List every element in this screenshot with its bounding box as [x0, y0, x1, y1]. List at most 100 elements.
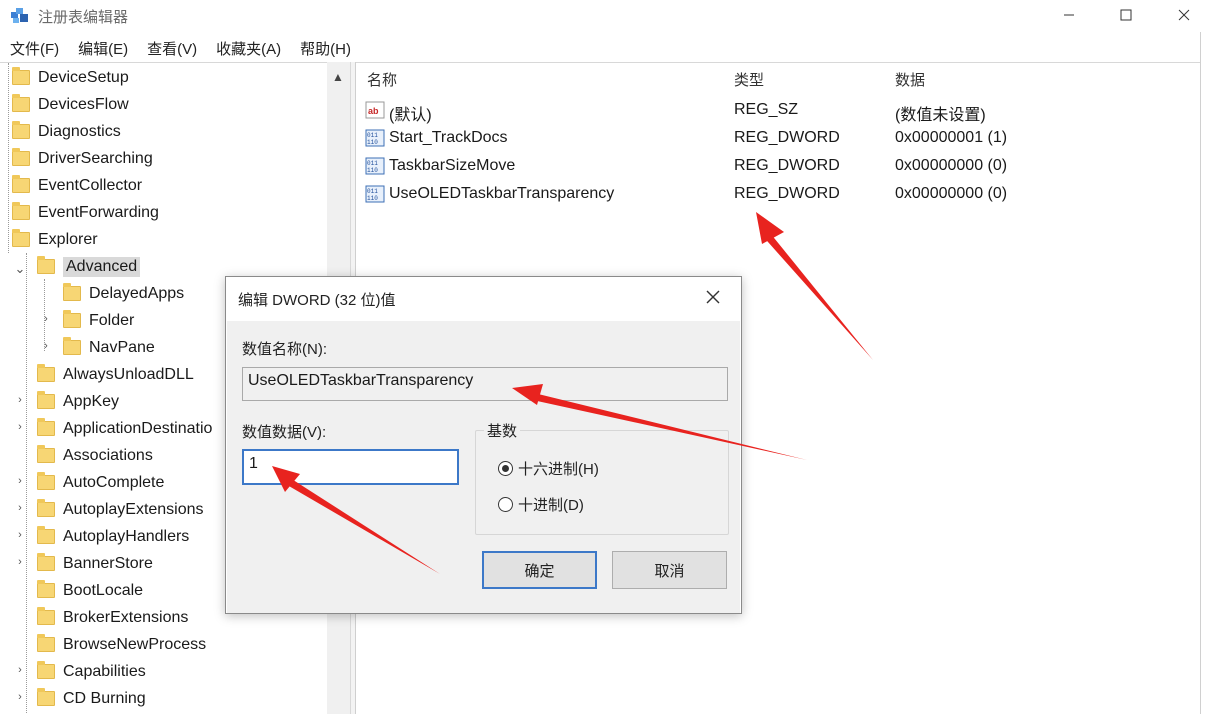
folder-icon — [37, 688, 55, 706]
chevron-right-icon[interactable]: › — [14, 556, 26, 568]
folder-icon — [37, 499, 55, 517]
value-data: (数值未设置) — [895, 107, 986, 124]
tree-item-bootlocale[interactable]: BootLocale — [37, 578, 143, 603]
value-name-text: UseOLEDTaskbarTransparency — [248, 372, 474, 389]
dialog-title: 编辑 DWORD (32 位)值 — [238, 292, 396, 309]
tree-item-label: AppKey — [63, 392, 120, 410]
tree-item-autoplayhandlers[interactable]: AutoplayHandlers — [37, 524, 189, 549]
value-data: 0x00000001 (1) — [895, 129, 1008, 146]
chevron-right-icon[interactable]: › — [14, 421, 26, 433]
tree-item-appkey[interactable]: AppKey — [37, 389, 119, 414]
folder-icon — [37, 553, 55, 571]
chevron-right-icon[interactable]: › — [14, 664, 26, 676]
menu-file[interactable]: 文件(F) — [0, 34, 68, 60]
tree-item-browsenewprocess[interactable]: BrowseNewProcess — [37, 632, 206, 657]
close-button[interactable] — [1161, 0, 1207, 30]
tree-item-label: AutoplayExtensions — [63, 500, 204, 518]
tree-item-label: BootLocale — [63, 581, 144, 599]
column-header-data[interactable]: 数据 — [895, 69, 925, 90]
column-header-type[interactable]: 类型 — [734, 69, 764, 90]
tree-item-devicesetup[interactable]: DeviceSetup — [12, 65, 129, 90]
chevron-right-icon[interactable]: › — [14, 691, 26, 703]
value-row[interactable]: 011 110 UseOLEDTaskbarTransparency REG_D… — [356, 182, 1201, 208]
tree-item-delayedapps[interactable]: DelayedApps — [63, 281, 184, 306]
ok-button[interactable]: 确定 — [482, 551, 597, 589]
folder-icon — [12, 121, 30, 139]
folder-icon — [12, 148, 30, 166]
base-dec-radio[interactable]: 十进制(D) — [498, 494, 584, 515]
tree-item-capabilities[interactable]: Capabilities — [37, 659, 146, 684]
tree-item-explorer[interactable]: Explorer — [12, 227, 98, 252]
chevron-right-icon[interactable]: › — [14, 394, 26, 406]
column-header-name[interactable]: 名称 — [367, 69, 397, 90]
tree-item-cd-burning[interactable]: CD Burning — [37, 686, 146, 711]
svg-text:110: 110 — [367, 139, 378, 146]
window-title: 注册表编辑器 — [38, 9, 129, 26]
tree-item-label: Diagnostics — [38, 122, 121, 140]
chevron-right-icon[interactable]: › — [14, 475, 26, 487]
folder-icon — [12, 202, 30, 220]
tree-item-autocomplete[interactable]: AutoComplete — [37, 470, 164, 495]
chevron-right-icon[interactable]: › — [40, 313, 52, 325]
tree-item-label: AutoplayHandlers — [63, 527, 190, 545]
chevron-right-icon[interactable]: › — [14, 529, 26, 541]
folder-icon — [37, 661, 55, 679]
folder-icon — [37, 418, 55, 436]
edit-dword-dialog: 编辑 DWORD (32 位)值 数值名称(N): UseOLEDTaskbar… — [225, 276, 742, 614]
chevron-down-icon[interactable]: ⌄ — [14, 261, 26, 277]
menu-favorites[interactable]: 收藏夹(A) — [206, 34, 290, 60]
radio-empty-icon — [498, 497, 513, 512]
value-name-label: 数值名称(N): — [242, 341, 327, 358]
value-type: REG_DWORD — [734, 185, 840, 202]
base-hex-radio[interactable]: 十六进制(H) — [498, 458, 599, 479]
tree-item-devicesflow[interactable]: DevicesFlow — [12, 92, 129, 117]
tree-item-advanced[interactable]: Advanced — [37, 254, 141, 279]
maximize-button[interactable] — [1103, 0, 1149, 30]
tree-item-label: CD Burning — [63, 689, 146, 707]
tree-item-bannerstore[interactable]: BannerStore — [37, 551, 153, 576]
tree-item-navpane[interactable]: NavPane — [63, 335, 155, 360]
tree-item-alwaysunloaddll[interactable]: AlwaysUnloadDLL — [37, 362, 194, 387]
minimize-icon — [1064, 14, 1074, 16]
tree-item-applicationdestinations[interactable]: ApplicationDestinatio — [37, 416, 212, 441]
tree-item-label: AlwaysUnloadDLL — [63, 365, 194, 383]
tree-guide — [26, 253, 27, 714]
value-data-label: 数值数据(V): — [242, 424, 327, 441]
tree-item-label: DelayedApps — [89, 284, 185, 302]
folder-icon — [63, 283, 81, 301]
tree-item-autoplayextensions[interactable]: AutoplayExtensions — [37, 497, 204, 522]
chevron-right-icon[interactable]: › — [14, 502, 26, 514]
tree-item-label: AutoComplete — [63, 473, 165, 491]
menu-view[interactable]: 查看(V) — [137, 34, 206, 60]
value-data: 0x00000000 (0) — [895, 157, 1008, 174]
minimize-button[interactable] — [1046, 0, 1092, 30]
value-row[interactable]: ab (默认) REG_SZ (数值未设置) — [356, 98, 1201, 124]
tree-item-label: Associations — [63, 446, 153, 464]
value-name: TaskbarSizeMove — [389, 157, 516, 174]
tree-item-associations[interactable]: Associations — [37, 443, 153, 468]
dialog-close-button[interactable] — [706, 287, 720, 310]
value-name-field[interactable]: UseOLEDTaskbarTransparency — [242, 367, 728, 401]
value-row[interactable]: 011 110 TaskbarSizeMove REG_DWORD 0x0000… — [356, 154, 1201, 180]
value-data-input[interactable]: 1 — [242, 449, 459, 485]
menu-edit[interactable]: 编辑(E) — [68, 34, 137, 60]
cancel-button[interactable]: 取消 — [612, 551, 727, 589]
menu-bar: 文件(F) 编辑(E) 查看(V) 收藏夹(A) 帮助(H) — [0, 34, 1208, 60]
menu-help[interactable]: 帮助(H) — [290, 34, 360, 60]
tree-item-driversearching[interactable]: DriverSearching — [12, 146, 153, 171]
tree-item-label: BrokerExtensions — [63, 608, 189, 626]
folder-icon — [37, 634, 55, 652]
window-border — [1200, 32, 1208, 714]
tree-item-eventforwarding[interactable]: EventForwarding — [12, 200, 159, 225]
tree-item-label: BannerStore — [63, 554, 153, 572]
svg-text:ab: ab — [368, 106, 379, 116]
tree-item-label: ApplicationDestinatio — [63, 419, 213, 437]
chevron-right-icon[interactable]: › — [40, 340, 52, 352]
value-row[interactable]: 011 110 Start_TrackDocs REG_DWORD 0x0000… — [356, 126, 1201, 152]
tree-item-eventcollector[interactable]: EventCollector — [12, 173, 142, 198]
tree-item-brokerextensions[interactable]: BrokerExtensions — [37, 605, 188, 630]
value-type: REG_SZ — [734, 101, 799, 118]
tree-item-diagnostics[interactable]: Diagnostics — [12, 119, 121, 144]
tree-item-folder[interactable]: Folder — [63, 308, 134, 333]
scroll-up-icon[interactable]: ▲ — [332, 70, 344, 84]
